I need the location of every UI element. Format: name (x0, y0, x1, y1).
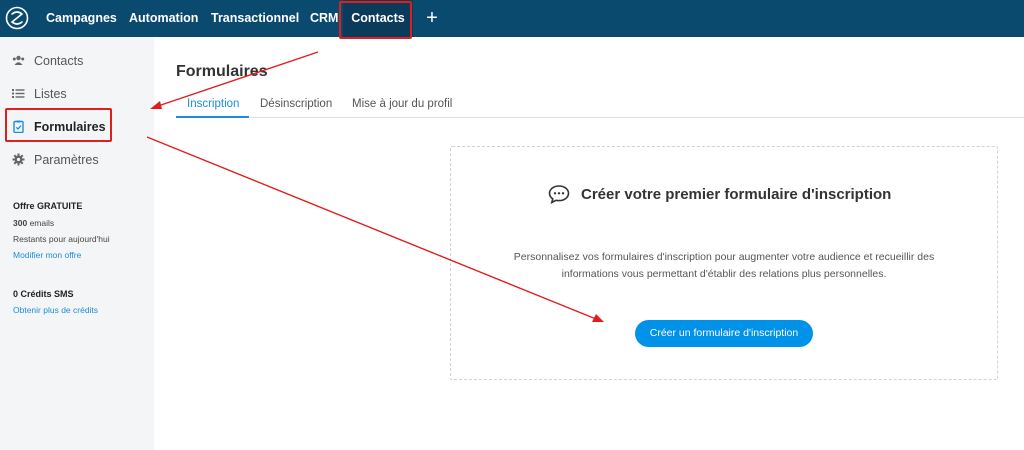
plan-name: Offre GRATUITE (13, 201, 83, 211)
empty-state-description: Personnalisez vos formulaires d'inscript… (450, 249, 998, 283)
plan-remaining: Restants pour aujourd'hui (13, 234, 110, 244)
sms-credits: 0 Crédits SMS (13, 289, 74, 299)
nav-automation[interactable]: Automation (129, 0, 198, 37)
active-tab-indicator (176, 116, 249, 118)
plan-emails: 300 emails (13, 218, 54, 228)
modify-plan-link[interactable]: Modifier mon offre (13, 250, 81, 260)
gear-icon (12, 153, 25, 166)
tab-divider (176, 117, 1024, 118)
tab-desinscription[interactable]: Désinscription (260, 98, 332, 110)
annotation-box-contacts (339, 1, 412, 39)
sidebar-item-label: Paramètres (34, 153, 99, 167)
get-credits-link[interactable]: Obtenir plus de crédits (13, 305, 98, 315)
nav-transactionnel[interactable]: Transactionnel (211, 0, 299, 37)
nav-crm[interactable]: CRM (310, 0, 338, 37)
sidebar-item-label: Contacts (34, 54, 84, 68)
create-form-button[interactable]: Créer un formulaire d'inscription (635, 320, 813, 347)
list-icon (12, 89, 25, 98)
users-icon (12, 55, 25, 65)
top-navigation-bar: Campagnes Automation Transactionnel CRM … (0, 0, 1024, 37)
add-tab-icon[interactable]: + (424, 7, 440, 29)
sidebar-item-label: Listes (34, 87, 67, 101)
sidebar-item-listes[interactable]: Listes (0, 78, 154, 110)
empty-state-title: Créer votre premier formulaire d'inscrip… (581, 186, 892, 203)
annotation-box-formulaires (5, 108, 112, 142)
plan-emails-count: 300 (13, 218, 28, 228)
plan-emails-unit: emails (29, 218, 55, 228)
empty-state-description-line: informations vous permettant d'établir d… (561, 268, 887, 280)
sidebar-item-contacts[interactable]: Contacts (0, 45, 154, 77)
tab-inscription[interactable]: Inscription (187, 98, 239, 110)
tab-mise-a-jour-profil[interactable]: Mise à jour du profil (352, 98, 452, 110)
chat-icon (548, 185, 570, 204)
nav-campagnes[interactable]: Campagnes (46, 0, 117, 37)
sidebar: Contacts Listes Formulaires Paramètres O… (0, 37, 154, 450)
empty-state-description-line: Personnalisez vos formulaires d'inscript… (513, 251, 935, 263)
page-title: Formulaires (176, 63, 268, 80)
brand-logo-icon[interactable] (5, 6, 29, 30)
sidebar-item-parametres[interactable]: Paramètres (0, 144, 154, 176)
